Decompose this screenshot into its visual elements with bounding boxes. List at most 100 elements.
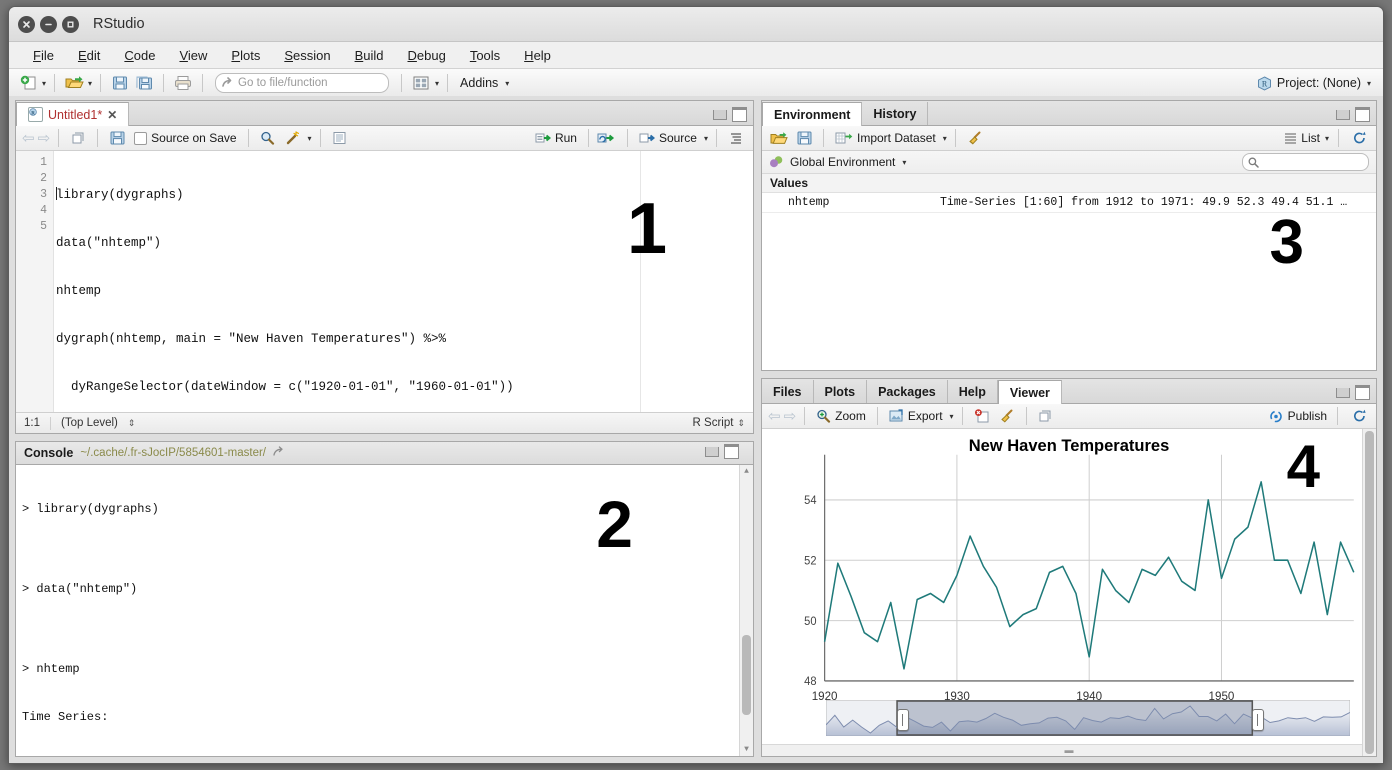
open-file-caret[interactable]: ▾ [88,79,92,88]
dygraph-viewer[interactable]: New Haven Temperatures 48505254192019301… [762,429,1376,756]
export-button[interactable]: Export [886,409,946,423]
dygraph-range-selector[interactable] [826,700,1350,736]
menu-build[interactable]: Build [343,46,396,65]
source-button[interactable]: Source [636,131,700,145]
console-scrollbar[interactable]: ▲ ▼ [739,465,753,756]
r-script-icon: R [28,107,43,122]
publish-label[interactable]: Publish [1288,409,1327,423]
scope-caret-icon[interactable]: ⇕ [128,418,136,429]
clear-all-plots-broom-icon[interactable] [996,406,1018,427]
minimize-pane-icon[interactable] [1336,388,1350,398]
viewer-scrollbar[interactable] [1362,429,1376,756]
scroll-down-icon[interactable]: ▼ [740,743,753,756]
remove-plot-icon[interactable] [971,406,993,427]
project-selector[interactable]: R Project: (None) ▾ [1257,76,1375,91]
menu-edit[interactable]: Edit [66,46,112,65]
panes-caret[interactable]: ▾ [435,79,439,88]
save-icon[interactable] [106,128,128,149]
tab-history[interactable]: History [862,102,928,125]
addins-button[interactable]: Addins [456,76,502,90]
minimize-pane-icon[interactable] [713,110,727,120]
environment-search-input[interactable] [1242,153,1369,171]
maximize-pane-icon[interactable] [724,444,739,459]
range-handle-left[interactable] [897,709,909,731]
show-in-new-window-icon[interactable] [1035,406,1057,427]
menu-code[interactable]: Code [112,46,167,65]
source-caret[interactable]: ▾ [704,134,708,143]
addins-caret[interactable]: ▾ [505,79,509,88]
view-mode-label[interactable]: List [1301,131,1320,145]
save-workspace-icon[interactable] [793,128,815,149]
minimize-icon[interactable] [40,16,57,33]
scope-selector[interactable]: (Top Level) [61,417,118,429]
menu-session[interactable]: Session [272,46,342,65]
new-file-caret[interactable]: ▾ [42,79,46,88]
maximize-pane-icon[interactable] [732,107,747,122]
console-output[interactable]: > library(dygraphs) > data("nhtemp") > n… [16,465,753,756]
code-tools-caret[interactable]: ▾ [308,134,312,143]
import-dataset-caret[interactable]: ▾ [943,134,947,143]
show-in-new-window-icon[interactable] [67,128,89,149]
panes-layout-icon[interactable] [410,73,432,94]
clear-objects-broom-icon[interactable] [964,128,986,149]
code-editor[interactable]: 1 2 3 4 5 library(dygraphs) data("nhtemp… [16,151,753,412]
code-tools-wand-icon[interactable] [282,128,304,149]
compile-report-icon[interactable] [329,128,351,149]
document-outline-icon[interactable] [725,128,747,149]
toolbar-divider-5 [401,74,402,92]
import-dataset-button[interactable]: Import Dataset [832,131,939,145]
find-icon[interactable] [257,128,279,149]
close-icon[interactable]: ✕ [107,108,117,122]
new-file-icon[interactable] [17,73,39,94]
refresh-icon[interactable] [1348,406,1370,427]
filetype-caret-icon[interactable]: ⇕ [737,418,745,429]
menu-plots[interactable]: Plots [219,46,272,65]
close-icon[interactable] [18,16,35,33]
forward-icon[interactable]: ⇨ [784,407,797,425]
source-on-save-checkbox[interactable]: Source on Save [131,131,239,145]
tab-environment[interactable]: Environment [762,102,862,126]
save-icon[interactable] [109,73,131,94]
menu-file[interactable]: File [21,46,66,65]
menu-tools[interactable]: Tools [458,46,512,65]
console-scroll-thumb[interactable] [742,635,751,715]
environment-scope-label[interactable]: Global Environment [790,155,895,169]
maximize-icon[interactable] [62,16,79,33]
viewer-horizontal-scrollbar[interactable]: ▬ [762,744,1376,756]
filetype-selector[interactable]: R Script [693,417,734,429]
back-icon[interactable]: ⇦ [22,129,35,147]
run-icon [535,131,551,145]
print-icon[interactable] [172,73,194,94]
rerun-icon[interactable] [597,128,619,149]
tab-help[interactable]: Help [948,380,998,403]
range-handle-right[interactable] [1252,709,1264,731]
menu-view[interactable]: View [167,46,219,65]
export-caret[interactable]: ▾ [950,412,954,421]
environment-scope-caret[interactable]: ▾ [902,158,906,167]
maximize-pane-icon[interactable] [1355,385,1370,400]
tab-viewer[interactable]: Viewer [998,380,1062,404]
minimize-pane-icon[interactable] [1336,110,1350,120]
tab-files[interactable]: Files [762,380,814,403]
goto-file-input[interactable]: Go to file/function [215,73,389,93]
run-button[interactable]: Run [532,131,580,145]
tab-untitled1[interactable]: R Untitled1* ✕ [16,102,129,126]
project-caret[interactable]: ▾ [1367,79,1371,88]
tab-plots[interactable]: Plots [814,380,868,403]
zoom-button[interactable]: Zoom [813,409,869,423]
viewer-scroll-thumb[interactable] [1365,431,1374,754]
forward-icon[interactable]: ⇨ [38,129,51,147]
refresh-icon[interactable] [1348,128,1370,149]
menu-debug[interactable]: Debug [396,46,458,65]
load-workspace-icon[interactable] [768,128,790,149]
tab-packages[interactable]: Packages [867,380,948,403]
minimize-pane-icon[interactable] [705,447,719,457]
open-file-icon[interactable] [63,73,85,94]
open-in-files-icon[interactable] [273,446,286,461]
back-icon[interactable]: ⇦ [768,407,781,425]
menu-help[interactable]: Help [512,46,563,65]
view-mode-caret[interactable]: ▾ [1325,134,1329,143]
maximize-pane-icon[interactable] [1355,107,1370,122]
scroll-up-icon[interactable]: ▲ [740,465,753,478]
save-all-icon[interactable] [133,73,155,94]
